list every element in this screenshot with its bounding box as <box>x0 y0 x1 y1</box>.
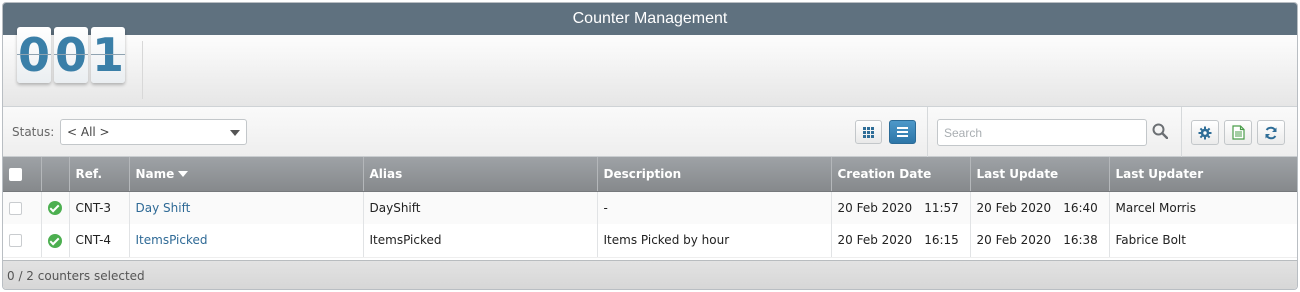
status-header[interactable] <box>41 157 70 192</box>
creation-date-cell: 20 Feb 2020 11:57 <box>831 191 971 224</box>
alias-cell: DayShift <box>363 191 598 224</box>
description-cell: Items Picked by hour <box>597 224 832 258</box>
counter-name-link[interactable]: Day Shift <box>136 201 191 215</box>
divider <box>927 107 928 157</box>
creation-date: 20 Feb 2020 <box>837 233 913 248</box>
gear-icon <box>1198 126 1212 139</box>
ref-cell: CNT-3 <box>69 191 130 224</box>
row-status-cell <box>41 191 70 224</box>
name-cell: ItemsPicked <box>129 224 364 258</box>
alias-cell: ItemsPicked <box>363 224 598 258</box>
table-header-row: Ref. Name Alias Description Creation Dat… <box>3 157 1297 192</box>
status-select[interactable]: < All > <box>60 119 247 145</box>
check-circle-icon <box>47 233 62 248</box>
ref-header[interactable]: Ref. <box>69 157 130 192</box>
grid-icon <box>863 126 874 138</box>
creation-date: 20 Feb 2020 <box>837 200 913 215</box>
select-all-header[interactable] <box>3 157 42 192</box>
row-select-cell[interactable] <box>3 191 42 224</box>
refresh-icon <box>1265 126 1277 139</box>
row-select-cell[interactable] <box>3 224 42 258</box>
list-icon <box>897 127 908 137</box>
counters-table: Ref. Name Alias Description Creation Dat… <box>3 157 1297 258</box>
row-checkbox[interactable] <box>9 234 22 248</box>
document-export-icon <box>1231 125 1245 140</box>
last-update-time: 16:38 <box>1063 233 1098 248</box>
counter-name-link[interactable]: ItemsPicked <box>136 233 208 247</box>
counter-digit: 1 <box>91 27 125 83</box>
description-header[interactable]: Description <box>597 157 832 192</box>
last-update-date: 20 Feb 2020 <box>976 200 1052 215</box>
creation-time: 16:15 <box>924 233 959 248</box>
row-status-cell <box>41 224 70 258</box>
window-title: Counter Management <box>3 3 1297 35</box>
last-update-cell: 20 Feb 2020 16:38 <box>970 224 1110 258</box>
description-cell: - <box>597 191 832 224</box>
last-updater-header[interactable]: Last Updater <box>1109 157 1297 192</box>
counter-digit: 0 <box>17 27 51 83</box>
creation-date-header[interactable]: Creation Date <box>831 157 971 192</box>
name-header[interactable]: Name <box>129 157 364 192</box>
row-checkbox[interactable] <box>9 201 22 215</box>
divider <box>142 41 143 99</box>
name-header-label: Name <box>135 166 175 181</box>
search-input[interactable] <box>937 119 1147 146</box>
sort-desc-icon <box>178 171 189 178</box>
settings-button[interactable] <box>1191 120 1219 145</box>
banner: 0 0 1 <box>3 27 1297 107</box>
name-cell: Day Shift <box>129 191 364 224</box>
toolbar: Status: < All > <box>3 107 1297 157</box>
last-updater-cell: Fabrice Bolt <box>1109 224 1297 258</box>
status-select-value: < All > <box>67 125 110 139</box>
counter-digit: 0 <box>54 27 88 83</box>
check-circle-icon <box>47 201 62 215</box>
last-update-header[interactable]: Last Update <box>970 157 1110 192</box>
selection-status: 0 / 2 counters selected <box>3 260 1297 289</box>
alias-header[interactable]: Alias <box>363 157 598 192</box>
select-all-checkbox[interactable] <box>9 167 22 181</box>
table-row[interactable]: CNT-4 ItemsPicked ItemsPicked Items Pick… <box>3 224 1297 258</box>
list-view-button[interactable] <box>889 120 916 144</box>
ref-cell: CNT-4 <box>69 224 130 258</box>
creation-date-cell: 20 Feb 2020 16:15 <box>831 224 971 258</box>
refresh-button[interactable] <box>1257 120 1285 145</box>
counter-management-window: Counter Management 0 0 1 Status: < All > <box>2 2 1298 290</box>
grid-view-button[interactable] <box>855 120 882 144</box>
last-update-time: 16:40 <box>1063 200 1098 215</box>
last-updater-cell: Marcel Morris <box>1109 191 1297 224</box>
search-icon[interactable] <box>1152 123 1168 139</box>
export-button[interactable] <box>1224 120 1252 145</box>
divider <box>1181 107 1182 157</box>
table-row[interactable]: CNT-3 Day Shift DayShift - 20 Feb 2020 11… <box>3 191 1297 224</box>
chevron-down-icon <box>230 130 240 136</box>
creation-time: 11:57 <box>924 200 959 215</box>
last-update-cell: 20 Feb 2020 16:40 <box>970 191 1110 224</box>
status-label: Status: <box>12 125 55 139</box>
last-update-date: 20 Feb 2020 <box>976 233 1052 248</box>
counter-display: 0 0 1 <box>17 27 125 83</box>
